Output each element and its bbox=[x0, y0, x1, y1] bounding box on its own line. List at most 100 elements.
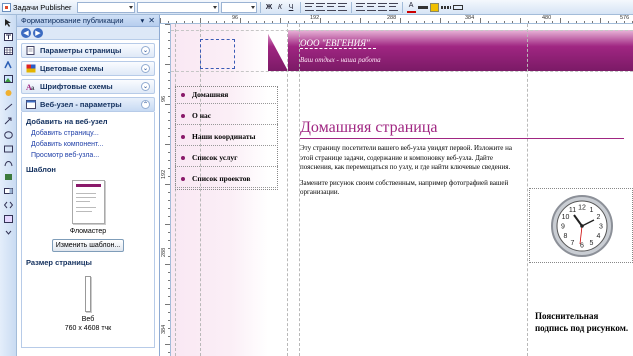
clip-art-tool[interactable] bbox=[2, 87, 15, 99]
website-options-icon bbox=[26, 100, 36, 109]
nav-item-contacts[interactable]: Наши координаты bbox=[175, 128, 278, 146]
font-combo[interactable] bbox=[136, 1, 219, 13]
style-combo[interactable] bbox=[76, 1, 135, 13]
expand-icon bbox=[5, 230, 12, 235]
form-control-tool[interactable] bbox=[2, 185, 15, 197]
design-gallery-icon bbox=[4, 215, 13, 223]
wordart-tool[interactable] bbox=[2, 59, 15, 71]
hot-spot-tool[interactable] bbox=[2, 171, 15, 183]
add-to-website-header: Добавить на веб-узел bbox=[26, 117, 108, 126]
add-component-link[interactable]: Добавить компонент... bbox=[31, 141, 150, 148]
font-color-button[interactable]: A bbox=[406, 2, 416, 13]
horizontal-ruler[interactable]: 96 192 288 384 480 576 bbox=[160, 15, 633, 24]
nav-item-label: Домашняя bbox=[192, 90, 229, 99]
rectangle-tool[interactable] bbox=[2, 143, 15, 155]
body-text[interactable]: Эту страницу посетители вашего веб-узла … bbox=[300, 144, 524, 204]
picture-icon bbox=[4, 75, 13, 83]
task-pane-navigation: ◀ ▶ bbox=[17, 27, 159, 40]
dash-style-button[interactable] bbox=[440, 2, 451, 13]
add-page-link[interactable]: Добавить страницу... bbox=[31, 130, 150, 137]
autoshapes-icon bbox=[4, 161, 13, 167]
task-pane-header: Форматирование публикации ▾ ✕ bbox=[17, 15, 159, 27]
design-gallery-tool[interactable] bbox=[2, 213, 15, 225]
autoshapes-tool[interactable] bbox=[2, 157, 15, 169]
clock-numeral: 7 bbox=[571, 240, 575, 247]
task-pane-menu-icon[interactable]: ▾ bbox=[141, 16, 145, 25]
forward-button[interactable]: ▶ bbox=[33, 28, 43, 38]
template-name: Фломастер bbox=[69, 228, 107, 235]
text-box-tool[interactable] bbox=[2, 31, 15, 43]
preview-website-link[interactable]: Просмотр веб-узла... bbox=[31, 152, 150, 159]
publisher-tasks-label: Задачи Publisher bbox=[13, 2, 72, 12]
text-box-icon bbox=[4, 33, 13, 41]
page-headline[interactable]: Домашняя страница bbox=[300, 118, 624, 139]
change-template-button[interactable]: Изменить шаблон... bbox=[52, 239, 124, 252]
close-icon[interactable]: ✕ bbox=[148, 16, 155, 25]
decrease-indent-button[interactable] bbox=[377, 2, 387, 13]
line-icon bbox=[4, 103, 13, 111]
section-font-schemes[interactable]: Aa Шрифтовые схемы ⌄ bbox=[21, 79, 155, 94]
numbering-button[interactable] bbox=[355, 2, 365, 13]
nav-item-label: О нас bbox=[192, 111, 212, 120]
picture-tool[interactable] bbox=[2, 73, 15, 85]
align-left-button[interactable] bbox=[304, 2, 314, 13]
page-size-value: 760 x 4608 тчк bbox=[64, 325, 112, 332]
svg-text:a: a bbox=[31, 86, 35, 91]
more-tools[interactable] bbox=[2, 227, 15, 239]
line-style-button[interactable] bbox=[417, 2, 428, 13]
logo-placeholder[interactable] bbox=[200, 39, 235, 69]
oval-icon bbox=[4, 131, 13, 139]
form-control-icon bbox=[4, 188, 13, 194]
publisher-window: Задачи Publisher Ж К Ч A Форматирование … bbox=[0, 0, 633, 356]
align-center-button[interactable] bbox=[315, 2, 325, 13]
website-options-body: Добавить на веб-узел Добавить страницу..… bbox=[21, 112, 155, 348]
section-page-options[interactable]: Параметры страницы ⌄ bbox=[21, 43, 155, 58]
section-label: Цветовые схемы bbox=[40, 64, 104, 73]
italic-button[interactable]: К bbox=[276, 2, 285, 13]
arrow-tool[interactable] bbox=[2, 115, 15, 127]
align-right-button[interactable] bbox=[326, 2, 336, 13]
bold-button[interactable]: Ж bbox=[265, 2, 274, 13]
organization-name[interactable]: ООО "ЕВГЕНИЯ" bbox=[300, 38, 376, 49]
bullet-icon bbox=[181, 155, 185, 160]
select-tool[interactable] bbox=[2, 17, 15, 29]
html-fragment-tool[interactable] bbox=[2, 199, 15, 211]
nav-item-home[interactable]: Домашняя bbox=[175, 86, 278, 104]
oval-tool[interactable] bbox=[2, 129, 15, 141]
objects-toolbar bbox=[0, 15, 17, 356]
page-size-thumbnail[interactable] bbox=[85, 276, 91, 312]
picture-frame[interactable]: 12 1 2 3 4 5 6 7 8 9 10 11 bbox=[529, 188, 633, 263]
shadow-button[interactable] bbox=[452, 2, 463, 13]
formatting-toolbar: Задачи Publisher Ж К Ч A bbox=[0, 0, 633, 15]
underline-button[interactable]: Ч bbox=[287, 2, 296, 13]
template-thumbnail[interactable] bbox=[71, 180, 105, 224]
fill-color-button[interactable] bbox=[429, 2, 439, 13]
picture-caption[interactable]: Пояснительная подпись под рисунком. bbox=[535, 310, 631, 334]
publication-page[interactable]: ООО "ЕВГЕНИЯ" Ваш отдых - наша работа До… bbox=[171, 24, 633, 356]
line-tool[interactable] bbox=[2, 101, 15, 113]
section-color-schemes[interactable]: Цветовые схемы ⌄ bbox=[21, 61, 155, 76]
nav-item-label: Наши координаты bbox=[192, 132, 256, 141]
body-paragraph: Замените рисунок своим собственным, напр… bbox=[300, 178, 509, 197]
chevron-down-icon: ⌄ bbox=[141, 82, 150, 91]
font-size-combo[interactable] bbox=[220, 1, 257, 13]
nav-item-services[interactable]: Список услуг bbox=[175, 149, 278, 167]
increase-indent-button[interactable] bbox=[388, 2, 398, 13]
clock-numeral: 4 bbox=[597, 233, 601, 240]
back-button[interactable]: ◀ bbox=[21, 28, 31, 38]
left-column-background bbox=[171, 24, 268, 356]
bullets-button[interactable] bbox=[366, 2, 376, 13]
tasks-icon bbox=[2, 2, 11, 12]
chevron-up-icon: ⌃ bbox=[141, 100, 150, 109]
justify-button[interactable] bbox=[337, 2, 347, 13]
section-website-options[interactable]: Веб-узел - параметры ⌃ bbox=[21, 97, 155, 112]
slogan[interactable]: Ваш отдых - наша работа bbox=[300, 56, 381, 64]
vertical-ruler[interactable]: 96 192 288 384 bbox=[160, 24, 171, 356]
table-tool[interactable] bbox=[2, 45, 15, 57]
publisher-tasks-button[interactable]: Задачи Publisher bbox=[0, 1, 75, 14]
chevron-down-icon: ⌄ bbox=[141, 46, 150, 55]
nav-item-projects[interactable]: Список проектов bbox=[175, 170, 278, 188]
nav-item-about[interactable]: О нас bbox=[175, 107, 278, 125]
template-header: Шаблон bbox=[26, 165, 56, 174]
wordart-icon bbox=[4, 61, 12, 69]
